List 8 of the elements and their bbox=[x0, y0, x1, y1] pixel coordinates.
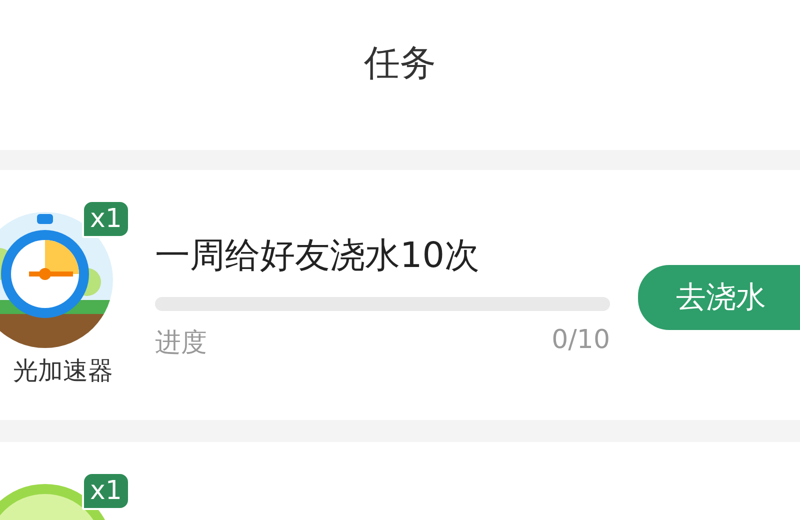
progress-label: 进度 bbox=[155, 327, 207, 360]
progress-count: 0/10 bbox=[552, 325, 610, 357]
water-button[interactable]: 去浇水 bbox=[638, 265, 800, 330]
page-title: 任务 bbox=[364, 42, 436, 86]
quantity-badge: x1 bbox=[82, 472, 130, 510]
reward-label: 光加速器 bbox=[13, 355, 113, 387]
quantity-badge: x1 bbox=[82, 200, 130, 238]
task-title: 一周给好友浇水10次 bbox=[155, 235, 481, 278]
